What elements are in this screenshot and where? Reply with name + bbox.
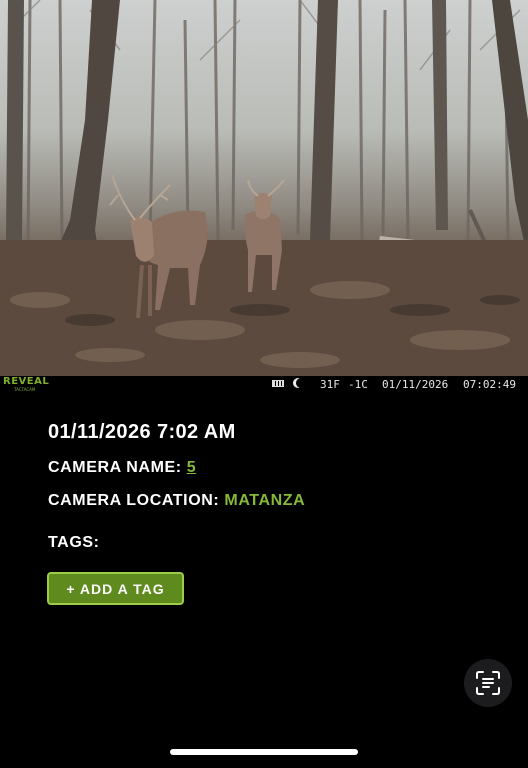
camera-name-link[interactable]: 5 (187, 459, 197, 476)
camera-name-row: CAMERA NAME: 5 (48, 459, 196, 477)
camera-location-value: MATANZA (224, 492, 306, 509)
trail-camera-photo[interactable] (0, 0, 528, 376)
tags-label: TAGS: (48, 534, 100, 551)
stamp-date: 01/11/2026 (382, 378, 449, 391)
temperature-celsius: -1C (348, 378, 368, 391)
moon-phase-icon (296, 378, 306, 388)
camera-name-label: CAMERA NAME: (48, 459, 182, 476)
add-tag-button[interactable]: + ADD A TAG (47, 572, 184, 605)
battery-icon (272, 380, 284, 387)
text-scan-icon (476, 671, 500, 695)
brand-logo: REVEAL (3, 376, 50, 387)
photo-datetime: 01/11/2026 7:02 AM (48, 421, 236, 443)
camera-info-strip: REVEAL TACTACAM 31F -1C 01/11/2026 07:02… (0, 376, 528, 393)
temperature-fahrenheit: 31F (320, 378, 340, 391)
text-scan-button[interactable] (464, 659, 512, 707)
forest-scene (0, 0, 528, 376)
home-indicator[interactable] (170, 749, 358, 755)
brand-logo-sub: TACTACAM (14, 387, 36, 392)
camera-location-row: CAMERA LOCATION: MATANZA (48, 492, 305, 510)
stamp-time: 07:02:49 (463, 378, 516, 391)
camera-location-label: CAMERA LOCATION: (48, 492, 220, 509)
